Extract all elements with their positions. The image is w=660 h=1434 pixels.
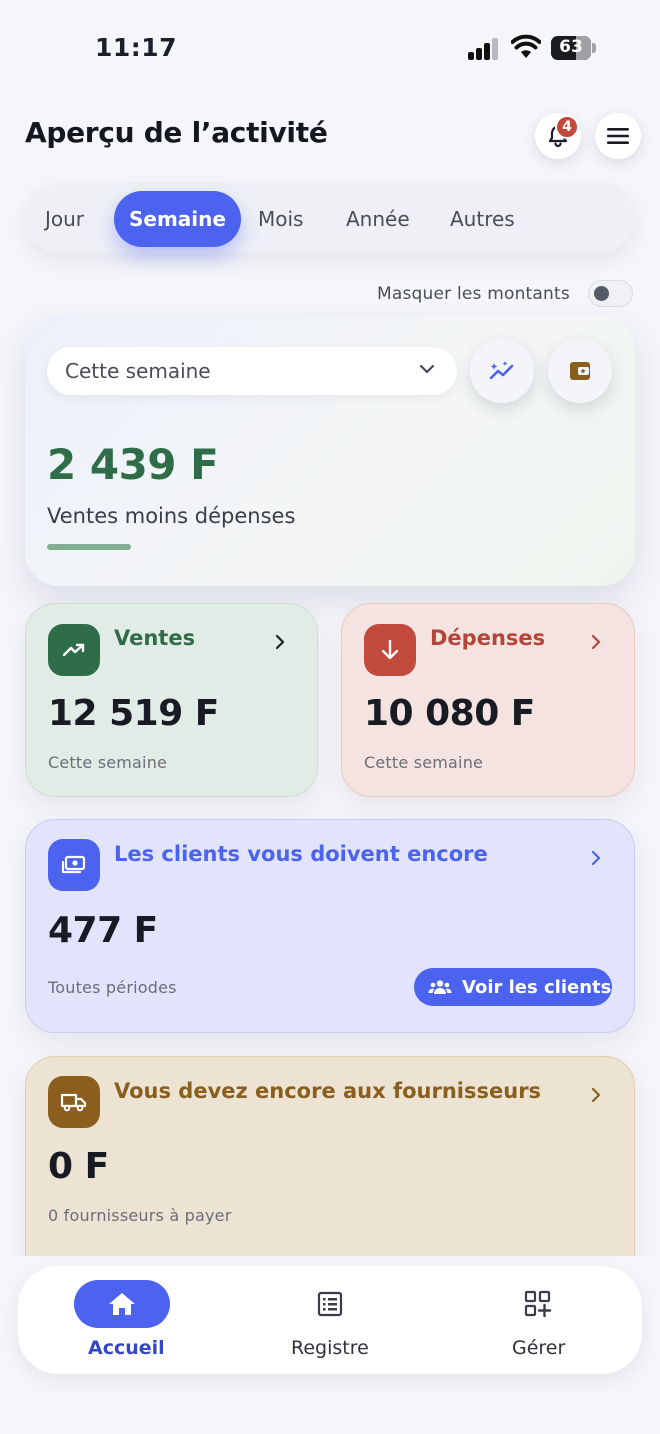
tab-jour[interactable]: Jour [45,191,84,247]
sales-period: Cette semaine [48,753,168,772]
analytics-button[interactable] [470,339,534,403]
tab-autres[interactable]: Autres [450,191,515,247]
nav-item-accueil[interactable] [74,1280,170,1328]
battery-cap [592,43,596,53]
clients-period: Toutes périodes [48,978,177,997]
battery-icon: 63 [551,36,591,60]
nav-label-gerer[interactable]: Gérer [512,1337,565,1359]
wifi-icon [510,34,542,60]
clients-amount: 477 F [48,910,158,951]
cash-icon [48,839,100,891]
tab-semaine[interactable]: Semaine [114,191,241,247]
sales-amount: 12 519 F [48,693,219,734]
suppliers-amount: 0 F [48,1146,109,1187]
truck-icon [48,1076,100,1128]
net-amount: 2 439 F [47,440,219,489]
period-select-value: Cette semaine [65,359,211,383]
battery-level: 63 [559,37,583,57]
expenses-period: Cette semaine [364,753,484,772]
grid-plus-icon[interactable] [524,1290,552,1322]
tab-mois[interactable]: Mois [258,191,303,247]
net-label: Ventes moins dépenses [47,504,296,528]
home-icon [109,1293,135,1315]
mask-amounts-toggle[interactable] [588,280,633,307]
view-clients-button[interactable]: Voir les clients [414,968,612,1006]
chevron-right-icon [591,850,601,866]
mask-amounts-label: Masquer les montants [377,284,570,304]
chevron-right-icon [275,634,285,650]
expenses-amount: 10 080 F [364,693,535,734]
status-time: 11:17 [95,33,178,62]
list-icon[interactable] [317,1291,343,1321]
page-title: Aperçu de l’activité [25,116,328,149]
period-select[interactable]: Cette semaine [47,347,457,395]
expenses-title: Dépenses [430,626,546,650]
sparkle-chart-icon [489,361,514,380]
view-clients-label: Voir les clients [462,976,612,998]
trending-up-icon [48,624,100,676]
nav-label-accueil[interactable]: Accueil [88,1337,165,1359]
net-indicator-bar [47,544,131,550]
chevron-right-icon [591,1087,601,1103]
chevron-down-icon [419,364,435,374]
sales-title: Ventes [114,626,196,650]
nav-label-registre[interactable]: Registre [291,1337,369,1359]
wallet-button[interactable] [548,339,612,403]
suppliers-subtitle: 0 fournisseurs à payer [48,1206,232,1225]
chevron-right-icon [591,634,601,650]
notification-badge: 4 [555,115,579,139]
tab-annee[interactable]: Année [346,191,410,247]
menu-button[interactable] [595,113,641,159]
arrow-down-icon [364,624,416,676]
period-tabs: Jour Semaine Mois Année Autres [25,183,635,253]
wallet-icon [570,362,590,380]
cellular-signal-icon [468,38,502,60]
clients-title: Les clients vous doivent encore [114,842,488,866]
group-icon [428,980,452,994]
hamburger-menu-icon [607,128,629,144]
suppliers-title: Vous devez encore aux fournisseurs [114,1079,542,1103]
